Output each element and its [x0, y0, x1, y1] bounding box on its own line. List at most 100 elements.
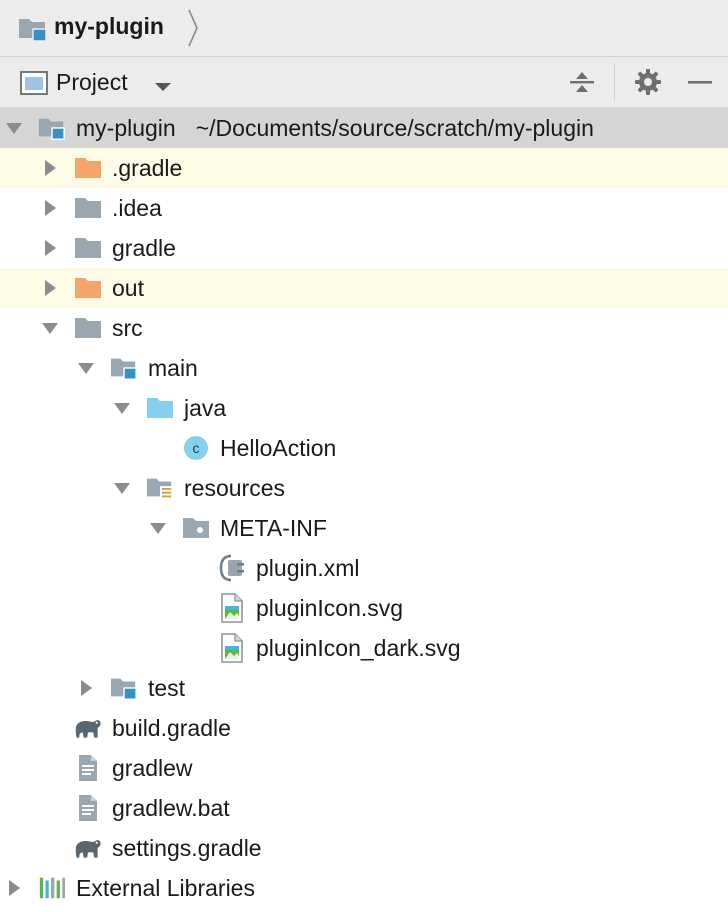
toolbar-separator	[614, 63, 615, 101]
tree-item-name: pluginIcon_dark.svg	[256, 635, 461, 661]
text-file-icon	[74, 788, 102, 828]
text-file-icon	[74, 748, 102, 788]
tree-item-label: resources	[184, 468, 285, 508]
plugin-xml-icon	[218, 548, 246, 588]
excluded-folder-icon	[74, 148, 102, 188]
tree-item-name: test	[148, 675, 186, 701]
libraries-icon	[38, 868, 66, 908]
expanded-arrow-icon[interactable]	[112, 468, 132, 508]
chevron-down-icon[interactable]	[154, 79, 172, 97]
collapsed-arrow-icon[interactable]	[4, 868, 24, 908]
collapsed-arrow-icon[interactable]	[76, 668, 96, 708]
project-view-selector[interactable]: Project	[56, 69, 128, 96]
tree-item-name: my-plugin	[76, 115, 176, 141]
project-toolbar: Project	[0, 57, 728, 108]
tree-item-label: External Libraries	[76, 868, 255, 908]
package-folder-icon	[182, 508, 210, 548]
tree-item-label: gradle	[112, 228, 176, 268]
tree-row[interactable]: .idea	[0, 188, 728, 228]
collapse-all-icon[interactable]	[568, 67, 596, 97]
tree-row[interactable]: gradlew.bat	[0, 788, 728, 828]
tree-row[interactable]: pluginIcon_dark.svg	[0, 628, 728, 668]
tree-item-name: .gradle	[112, 155, 183, 181]
breadcrumb-project[interactable]: my-plugin	[54, 13, 164, 40]
tree-row[interactable]: java	[0, 388, 728, 428]
collapsed-arrow-icon[interactable]	[40, 148, 60, 188]
tree-item-name: External Libraries	[76, 875, 255, 901]
tree-item-name: main	[148, 355, 198, 381]
navigation-bar: my-plugin	[0, 0, 728, 57]
tree-row[interactable]: gradle	[0, 228, 728, 268]
module-folder-icon	[110, 668, 138, 708]
tree-item-name: gradlew	[112, 755, 193, 781]
collapsed-arrow-icon[interactable]	[40, 228, 60, 268]
tree-row[interactable]: gradlew	[0, 748, 728, 788]
tree-row[interactable]: External Libraries	[0, 868, 728, 908]
module-folder-icon	[110, 348, 138, 388]
tree-row[interactable]: plugin.xml	[0, 548, 728, 588]
tree-item-label: plugin.xml	[256, 548, 360, 588]
tree-item-name: java	[184, 395, 227, 421]
tree-row[interactable]: META-INF	[0, 508, 728, 548]
tree-item-label: pluginIcon.svg	[256, 588, 403, 628]
tree-item-label: out	[112, 268, 144, 308]
folder-icon	[74, 228, 102, 268]
tree-item-name: pluginIcon.svg	[256, 595, 404, 621]
project-path: ~/Documents/source/scratch/my-plugin	[195, 115, 594, 141]
tree-item-name: META-INF	[220, 515, 327, 541]
gradle-icon	[74, 828, 102, 868]
tree-row[interactable]: my-plugin ~/Documents/source/scratch/my-p…	[0, 108, 728, 148]
expanded-arrow-icon[interactable]	[112, 388, 132, 428]
source-folder-icon	[146, 388, 174, 428]
tree-item-name: plugin.xml	[256, 555, 360, 581]
tree-row[interactable]: src	[0, 308, 728, 348]
tree-item-label: test	[148, 668, 185, 708]
tree-row[interactable]: settings.gradle	[0, 828, 728, 868]
project-view-icon	[20, 71, 48, 100]
tree-item-label: src	[112, 308, 143, 348]
expanded-arrow-icon[interactable]	[40, 308, 60, 348]
tree-item-label: my-plugin ~/Documents/source/scratch/my-p…	[76, 108, 594, 148]
hide-panel-icon[interactable]	[686, 69, 714, 95]
folder-icon	[74, 308, 102, 348]
tree-item-label: .idea	[112, 188, 162, 228]
tree-row[interactable]: build.gradle	[0, 708, 728, 748]
tree-item-label: main	[148, 348, 198, 388]
tree-item-label: HelloAction	[220, 428, 336, 468]
tree-item-name: gradlew.bat	[112, 795, 230, 821]
gear-icon[interactable]	[634, 67, 662, 97]
tree-row[interactable]: out	[0, 268, 728, 308]
tree-row[interactable]: c HelloAction	[0, 428, 728, 468]
tree-item-name: settings.gradle	[112, 835, 262, 861]
tree-item-label: gradlew.bat	[112, 788, 230, 828]
tree-item-label: build.gradle	[112, 708, 231, 748]
image-file-icon	[218, 588, 246, 628]
image-file-icon	[218, 628, 246, 668]
tree-row[interactable]: test	[0, 668, 728, 708]
tree-row[interactable]: resources	[0, 468, 728, 508]
collapsed-arrow-icon[interactable]	[40, 268, 60, 308]
module-folder-icon	[18, 16, 48, 47]
module-folder-icon	[38, 108, 66, 148]
tree-item-label: pluginIcon_dark.svg	[256, 628, 461, 668]
project-tree: my-plugin ~/Documents/source/scratch/my-p…	[0, 108, 728, 908]
svg-text:c: c	[193, 440, 200, 456]
excluded-folder-icon	[74, 268, 102, 308]
tree-item-label: java	[184, 388, 226, 428]
collapsed-arrow-icon[interactable]	[40, 188, 60, 228]
expanded-arrow-icon[interactable]	[76, 348, 96, 388]
breadcrumb-chevron-icon	[186, 6, 200, 55]
folder-icon	[74, 188, 102, 228]
tree-item-name: src	[112, 315, 143, 341]
tree-row[interactable]: pluginIcon.svg	[0, 588, 728, 628]
tree-row[interactable]: .gradle	[0, 148, 728, 188]
expanded-arrow-icon[interactable]	[148, 508, 168, 548]
gradle-icon	[74, 708, 102, 748]
tree-row[interactable]: main	[0, 348, 728, 388]
expanded-arrow-icon[interactable]	[4, 108, 24, 148]
tree-item-label: settings.gradle	[112, 828, 262, 868]
tree-item-label: META-INF	[220, 508, 327, 548]
tree-item-name: .idea	[112, 195, 162, 221]
tree-item-name: out	[112, 275, 144, 301]
tree-item-name: resources	[184, 475, 285, 501]
